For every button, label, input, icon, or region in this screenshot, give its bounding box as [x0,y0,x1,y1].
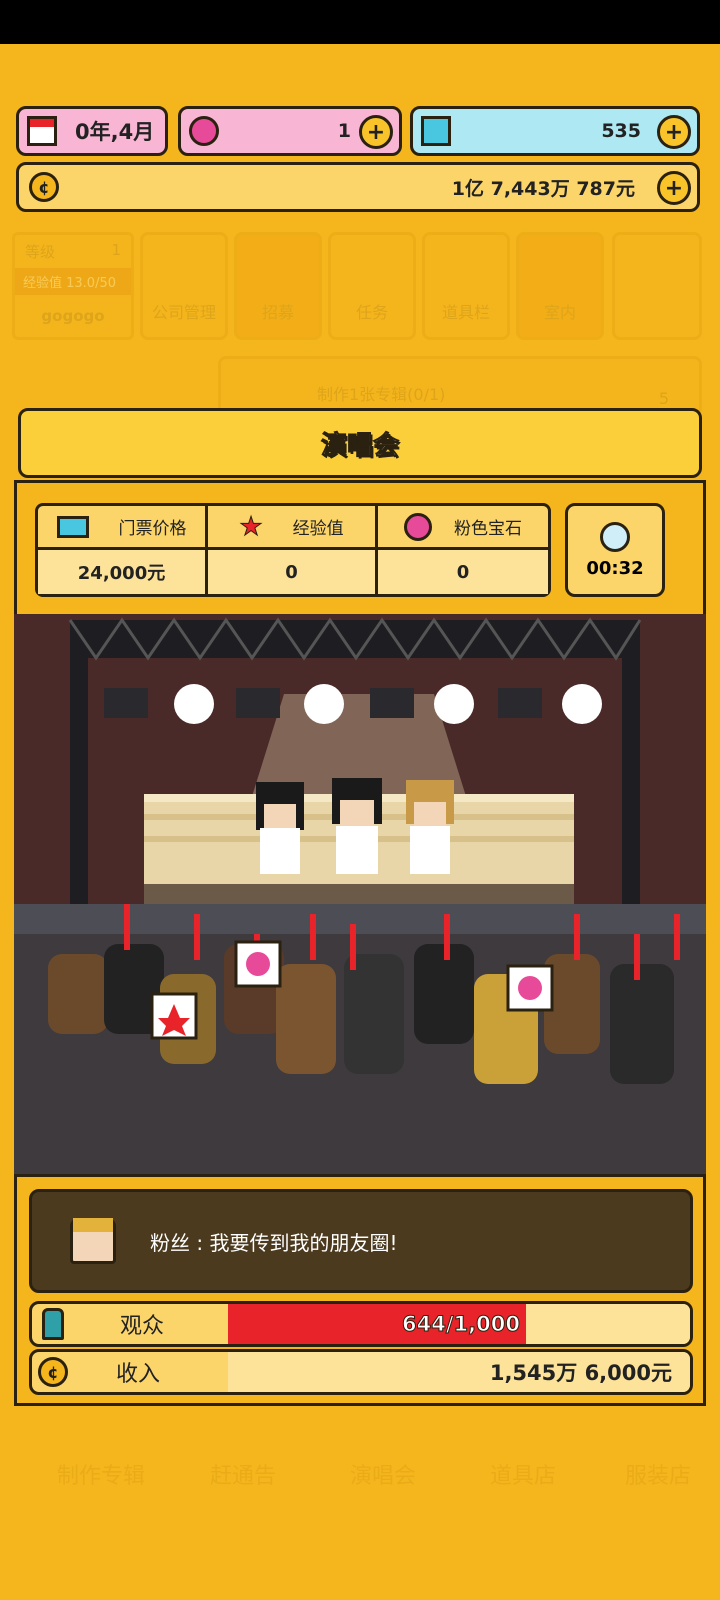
quest-count: 5 [658,389,669,408]
tab-schedule[interactable]: 赶通告 [178,1420,308,1570]
fan-message-text: 粉丝 : 我要传到我的朋友圈! [150,1230,398,1255]
tab-item-shop[interactable]: 道具店 [458,1420,588,1570]
date-pill: 0年,4月 [16,106,168,156]
fan-avatar [70,1218,116,1264]
recruit-button[interactable]: 招募 [234,232,322,340]
quest-banner[interactable]: 制作1张专辑(0/1) 5 [218,356,702,416]
idol-group [256,778,454,874]
fan-message-box: 粉丝 : 我要传到我的朋友圈! [29,1189,693,1293]
income-label: 收入 [116,1362,161,1387]
stopwatch-icon [600,521,630,552]
money-text: 1亿 7,443万 787元 [451,177,635,200]
concert-stats-panel: 门票价格 ★ 经验值 粉色宝石 24,000元 0 0 00:32 [14,480,706,620]
add-money-button[interactable]: + [657,171,691,205]
stats-table: 门票价格 ★ 经验值 粉色宝石 24,000元 0 0 [35,503,551,597]
income-value: 1,545万 6,000元 [489,1361,672,1385]
pink-gem-header: 粉色宝石 [378,506,548,550]
tab-make-album[interactable]: 制作专辑 [36,1420,166,1570]
date-text: 0年,4月 [75,120,155,144]
company-manage-button[interactable]: 公司管理 [140,232,228,340]
tab-concert[interactable]: 演唱会 [318,1420,448,1570]
system-status-bar [0,0,720,44]
exp-value: 0 [208,550,378,594]
concert-stage-scene [14,614,706,1174]
ticket-icon [56,515,89,538]
coin-icon: ¢ [38,1357,68,1387]
company-name: gogogo [41,307,105,325]
blue-gem-icon [421,116,451,146]
company-info-card: 等级 1 经验值 13.0/50 gogogo [12,232,134,340]
calendar-icon [27,116,57,146]
concert-status-panel: 粉丝 : 我要传到我的朋友圈! 观众 644/1,000 ¢ 收入 1,545万… [14,1174,706,1406]
money-pill: ¢ 1亿 7,443万 787元 + [16,162,700,212]
add-blue-gem-button[interactable]: + [657,115,691,149]
tab-clothing-shop[interactable]: 服装店 [596,1420,720,1570]
pink-gem-icon [404,512,432,541]
quest-text: 制作1张专辑(0/1) [317,385,446,404]
pink-gem-count: 1 [337,120,351,142]
pink-gem-pill: 1 + [178,106,402,156]
add-pink-gem-button[interactable]: + [359,115,393,149]
exp-label: 经验值 13.0/50 [15,268,131,295]
blue-gem-pill: 535 + [410,106,700,156]
interior-button[interactable]: 室内 [516,232,604,340]
pink-gem-value: 0 [378,550,548,594]
audience-label: 观众 [120,1314,165,1339]
ticket-price-value: 24,000元 [38,550,208,594]
audience-row: 观众 644/1,000 [29,1301,693,1347]
mail-button[interactable] [612,232,702,340]
exp-header: ★ 经验值 [208,506,378,550]
star-icon: ★ [239,511,263,542]
concert-title: 演唱会 [18,408,702,478]
stage-illustration [14,614,706,1174]
ticket-price-header: 门票价格 [38,506,208,550]
income-row: ¢ 收入 1,545万 6,000元 [29,1349,693,1395]
coin-icon: ¢ [29,172,59,202]
audience-icon [42,1308,64,1340]
inventory-button[interactable]: 道具栏 [422,232,510,340]
blue-gem-count: 535 [601,120,641,142]
timer-text: 00:32 [586,557,644,579]
concert-dialog: 演唱会 门票价格 ★ 经验值 粉色宝石 24,000元 0 0 00:32 粉丝… [14,408,706,1406]
audience-count: 644/1,000 [402,1312,521,1337]
tasks-button[interactable]: 任务 [328,232,416,340]
concert-timer: 00:32 [565,503,665,597]
pink-gem-icon [189,116,219,146]
level-label: 等级 [25,243,56,261]
level-value: 1 [111,241,121,259]
